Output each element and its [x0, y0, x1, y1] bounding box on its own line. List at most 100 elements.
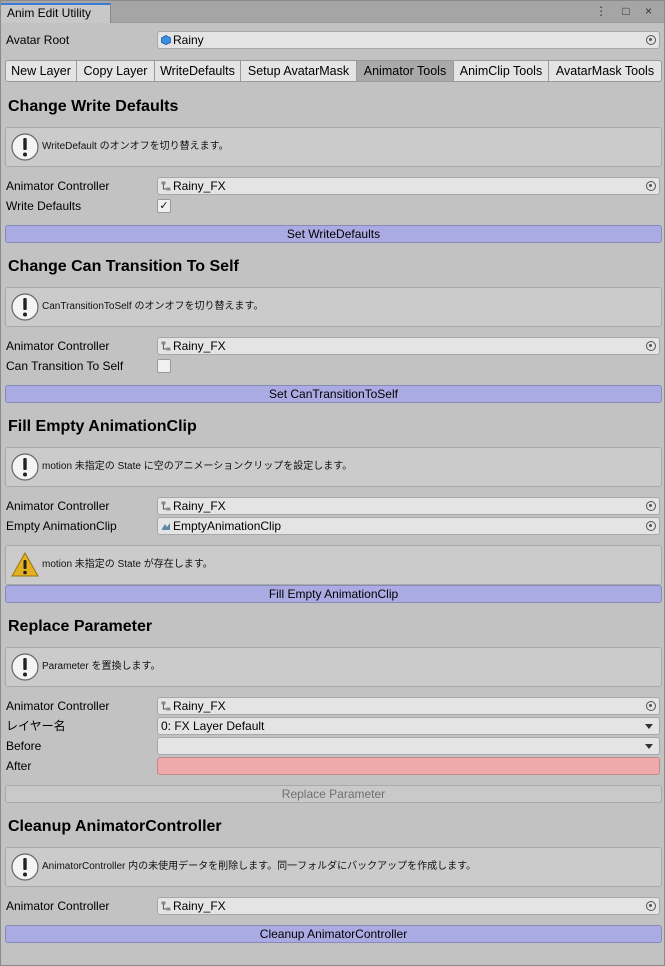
write-defaults-toggle-label: Write Defaults	[6, 199, 82, 213]
before-label: Before	[6, 739, 42, 753]
toolbar-new-layer[interactable]: New Layer	[5, 60, 77, 82]
animator-controller-icon	[161, 501, 171, 511]
replace-parameter-button[interactable]: Replace Parameter	[5, 785, 662, 803]
animator-controller-label: Animator Controller	[6, 499, 110, 513]
set-can-transition-to-self-button[interactable]: Set CanTransitionToSelf	[5, 385, 662, 403]
animator-controller-value: Rainy_FX	[173, 699, 226, 713]
animation-clip-icon	[162, 523, 170, 530]
cleanup-animator-controller-button[interactable]: Cleanup AnimatorController	[5, 925, 662, 943]
avatar-root-label: Avatar Root	[6, 33, 70, 47]
info-icon	[11, 653, 39, 681]
transition-self-toggle-row: Can Transition To Self	[5, 357, 660, 375]
transition-self-controller-row: Animator Controller Rainy_FX	[5, 337, 660, 355]
animator-controller-value: Rainy_FX	[173, 339, 226, 353]
fill-empty-animation-clip-button[interactable]: Fill Empty AnimationClip	[5, 585, 662, 603]
chevron-down-icon	[645, 724, 653, 729]
transition-self-heading: Change Can Transition To Self	[8, 258, 239, 275]
fill-clip-warning-text: motion 未指定の State が存在します。	[42, 559, 213, 570]
info-icon	[11, 293, 39, 321]
animator-controller-field[interactable]: Rainy_FX	[157, 177, 660, 195]
after-row: After	[5, 757, 660, 775]
fill-clip-help-text: motion 未指定の State に空のアニメーションクリップを設定します。	[42, 461, 353, 472]
animator-controller-value: Rainy_FX	[173, 179, 226, 193]
toolbar-setup-avatar-mask[interactable]: Setup AvatarMask	[241, 60, 357, 82]
animator-controller-icon	[161, 181, 171, 191]
before-dropdown[interactable]	[157, 737, 660, 755]
object-picker-icon[interactable]	[646, 901, 656, 911]
write-defaults-help-text: WriteDefault のオンオフを切り替えます。	[42, 141, 229, 152]
object-picker-icon[interactable]	[646, 701, 656, 711]
write-defaults-controller-row: Animator Controller Rainy_FX	[5, 177, 660, 195]
window-controls[interactable]: ⋮ □ ×	[595, 4, 658, 18]
avatar-root-field[interactable]: Rainy	[157, 31, 660, 49]
empty-clip-row: Empty AnimationClip EmptyAnimationClip	[5, 517, 660, 535]
replace-param-help: Parameter を置換します。	[5, 647, 662, 687]
before-row: Before	[5, 737, 660, 755]
animator-controller-label: Animator Controller	[6, 699, 110, 713]
animator-controller-field[interactable]: Rainy_FX	[157, 697, 660, 715]
editor-window: Anim Edit Utility ⋮ □ × Avatar Root Rain…	[0, 0, 665, 966]
avatar-root-value: Rainy	[173, 33, 204, 47]
replace-param-heading: Replace Parameter	[8, 618, 153, 635]
replace-param-help-text: Parameter を置換します。	[42, 661, 161, 672]
cleanup-help-text: AnimatorController 内の未使用データを削除します。同一フォルダ…	[42, 861, 477, 872]
cleanup-controller-row: Animator Controller Rainy_FX	[5, 897, 660, 915]
object-picker-icon[interactable]	[646, 521, 656, 531]
toolbar-animator-tools[interactable]: Animator Tools	[357, 60, 454, 82]
empty-clip-field[interactable]: EmptyAnimationClip	[157, 517, 660, 535]
cleanup-heading: Cleanup AnimatorController	[8, 818, 222, 835]
info-icon	[11, 853, 39, 881]
animator-controller-label: Animator Controller	[6, 899, 110, 913]
animator-controller-icon	[161, 341, 171, 351]
set-write-defaults-button[interactable]: Set WriteDefaults	[5, 225, 662, 243]
fill-clip-controller-row: Animator Controller Rainy_FX	[5, 497, 660, 515]
cleanup-help: AnimatorController 内の未使用データを削除します。同一フォルダ…	[5, 847, 662, 887]
transition-self-toggle-label: Can Transition To Self	[6, 359, 124, 373]
fill-clip-heading: Fill Empty AnimationClip	[8, 418, 197, 435]
animator-controller-field[interactable]: Rainy_FX	[157, 897, 660, 915]
window-tab-bar: Anim Edit Utility ⋮ □ ×	[1, 1, 664, 23]
write-defaults-checkbox[interactable]: ✓	[157, 199, 171, 213]
info-icon	[11, 133, 39, 161]
fill-clip-help: motion 未指定の State に空のアニメーションクリップを設定します。	[5, 447, 662, 487]
gameobject-icon	[161, 35, 171, 45]
toolbar-copy-layer[interactable]: Copy Layer	[77, 60, 155, 82]
animator-controller-icon	[161, 701, 171, 711]
toolbar-anim-clip-tools[interactable]: AnimClip Tools	[454, 60, 549, 82]
transition-self-checkbox[interactable]	[157, 359, 171, 373]
transition-self-help: CanTransitionToSelf のオンオフを切り替えます。	[5, 287, 662, 327]
toolbar-avatar-mask-tools[interactable]: AvatarMask Tools	[549, 60, 662, 82]
layer-name-value: 0: FX Layer Default	[161, 719, 265, 733]
animator-controller-value: Rainy_FX	[173, 499, 226, 513]
animator-controller-value: Rainy_FX	[173, 899, 226, 913]
layer-name-dropdown[interactable]: 0: FX Layer Default	[157, 717, 660, 735]
write-defaults-heading: Change Write Defaults	[8, 98, 179, 115]
empty-clip-value: EmptyAnimationClip	[173, 519, 282, 533]
object-picker-icon[interactable]	[646, 341, 656, 351]
empty-clip-label: Empty AnimationClip	[6, 519, 117, 533]
write-defaults-toggle-row: Write Defaults ✓	[5, 197, 660, 215]
after-input[interactable]	[157, 757, 660, 775]
window-tab-anim-edit-utility[interactable]: Anim Edit Utility	[1, 3, 111, 23]
layer-name-label: レイヤー名	[6, 719, 66, 733]
write-defaults-help: WriteDefault のオンオフを切り替えます。	[5, 127, 662, 167]
chevron-down-icon	[645, 744, 653, 749]
animator-controller-icon	[161, 901, 171, 911]
animator-controller-label: Animator Controller	[6, 179, 110, 193]
toolbar-write-defaults[interactable]: WriteDefaults	[155, 60, 241, 82]
object-picker-icon[interactable]	[646, 181, 656, 191]
replace-param-controller-row: Animator Controller Rainy_FX	[5, 697, 660, 715]
avatar-root-row: Avatar Root Rainy	[5, 31, 660, 49]
tool-toolbar: New Layer Copy Layer WriteDefaults Setup…	[5, 60, 662, 82]
warning-icon	[11, 551, 39, 577]
animator-controller-label: Animator Controller	[6, 339, 110, 353]
object-picker-icon[interactable]	[646, 501, 656, 511]
after-label: After	[6, 759, 32, 773]
layer-name-row: レイヤー名 0: FX Layer Default	[5, 717, 660, 735]
object-picker-icon[interactable]	[646, 35, 656, 45]
info-icon	[11, 453, 39, 481]
fill-clip-warning: motion 未指定の State が存在します。	[5, 545, 662, 585]
animator-controller-field[interactable]: Rainy_FX	[157, 337, 660, 355]
transition-self-help-text: CanTransitionToSelf のオンオフを切り替えます。	[42, 301, 264, 312]
animator-controller-field[interactable]: Rainy_FX	[157, 497, 660, 515]
